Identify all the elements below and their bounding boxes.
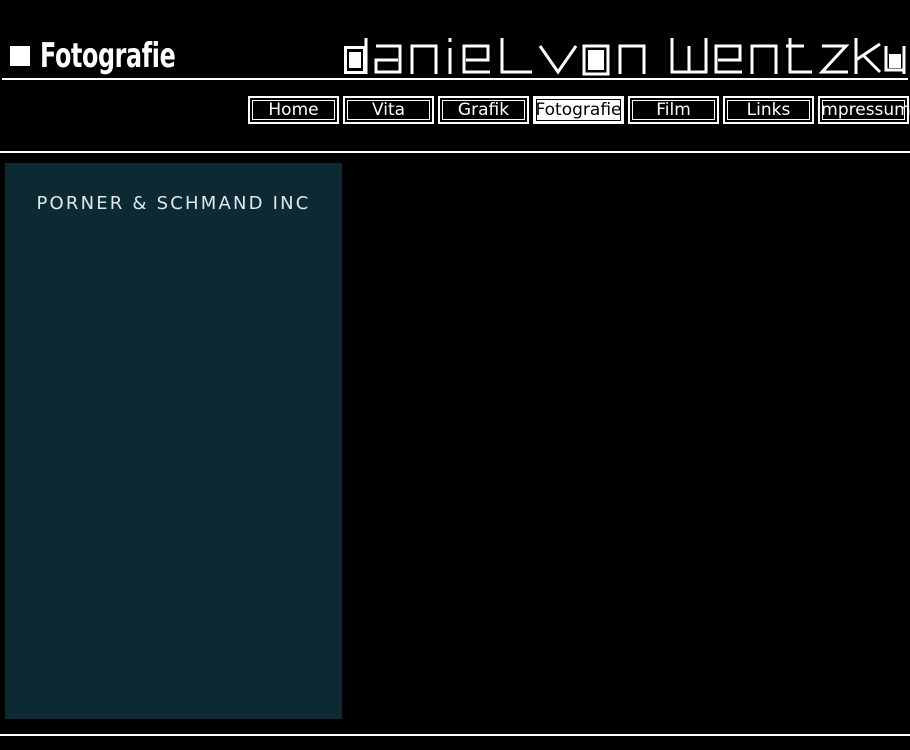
section-title-text: Fotografie	[40, 36, 176, 76]
photo-thumbnail[interactable]: PORNER & SCHMAND INC	[5, 163, 342, 719]
square-bullet-icon	[10, 46, 30, 66]
page: Fotografie Home Vita Grafik Fotografie F…	[0, 0, 910, 750]
header-underline	[2, 78, 908, 80]
nav-impressum[interactable]: Impressum	[816, 96, 910, 124]
site-logo-wordmark[interactable]	[340, 34, 908, 78]
content-bottom-divider	[0, 734, 910, 736]
main-nav: Home Vita Grafik Fotografie Film Links I…	[248, 96, 910, 124]
photo-brand-text: PORNER & SCHMAND INC	[36, 193, 311, 214]
header: Fotografie	[0, 0, 910, 80]
nav-home[interactable]: Home	[248, 96, 339, 124]
nav-grafik[interactable]: Grafik	[438, 96, 529, 124]
nav-links[interactable]: Links	[723, 96, 814, 124]
nav-film[interactable]: Film	[628, 96, 719, 124]
content-top-divider	[0, 151, 910, 153]
nav-fotografie[interactable]: Fotografie	[533, 96, 624, 124]
nav-vita[interactable]: Vita	[343, 96, 434, 124]
logo-wordmark-graphic	[344, 38, 906, 76]
section-title: Fotografie	[10, 36, 233, 76]
